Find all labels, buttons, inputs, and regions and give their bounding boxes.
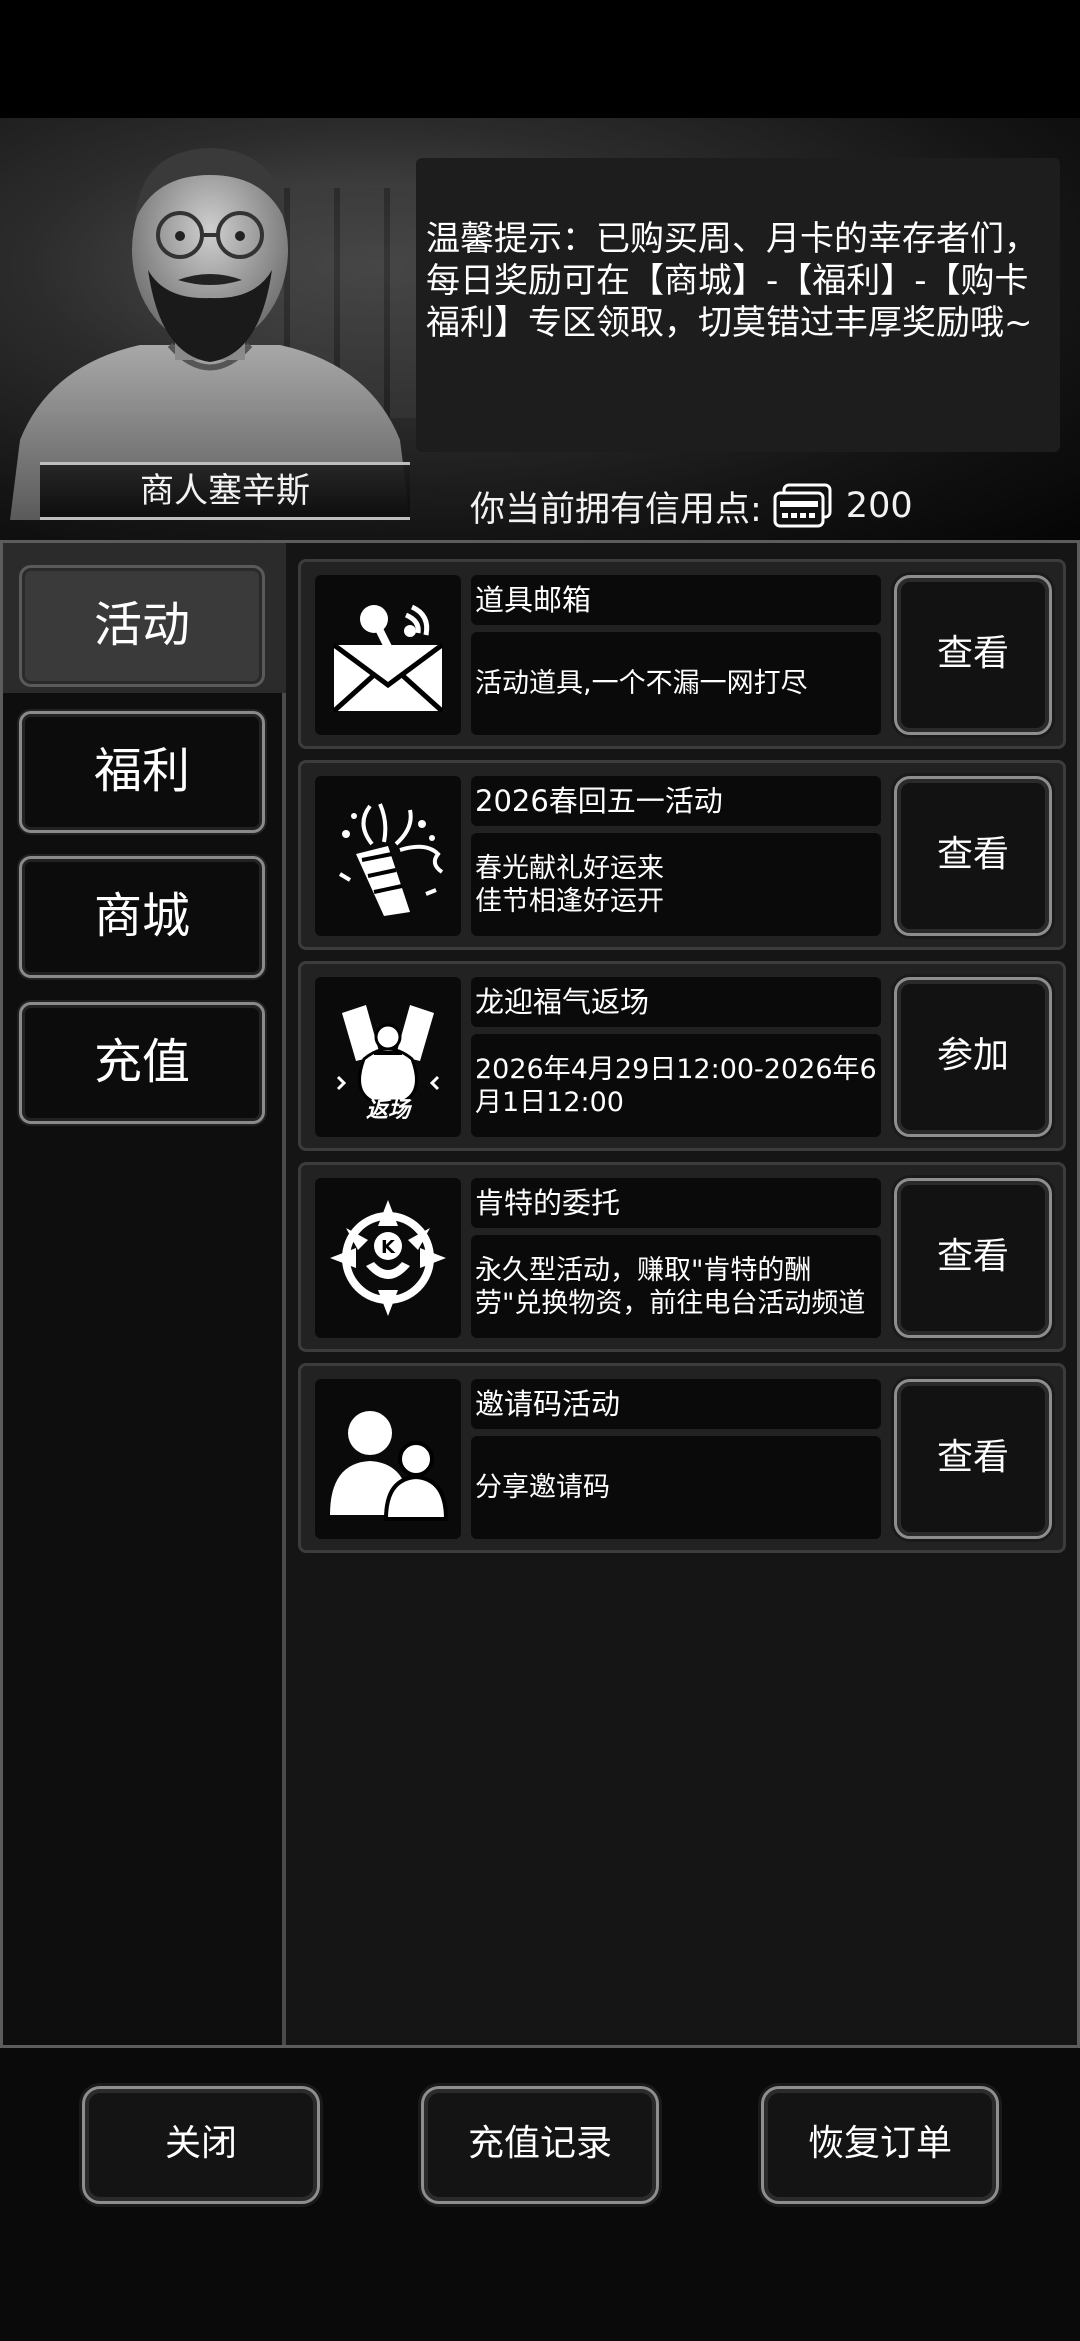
tab-shop[interactable]: 商城 [19, 856, 265, 978]
activity-title: 2026春回五一活动 [471, 776, 881, 826]
close-button[interactable]: 关闭 [82, 2086, 320, 2204]
credit-card-icon [773, 483, 832, 528]
tab-welfare[interactable]: 福利 [19, 711, 265, 833]
activity-title: 肯特的委托 [471, 1178, 881, 1228]
activity-description: 分享邀请码 [471, 1436, 881, 1539]
activity-description: 永久型活动，赚取"肯特的酬劳"兑换物资，前往电台活动频道 [471, 1235, 881, 1338]
activity-list: 道具邮箱 活动道具,一个不漏一网打尽 查看 2026春回五一活动 春光献礼好运来… [298, 559, 1066, 1564]
view-button[interactable]: 查看 [894, 1379, 1052, 1539]
lucky-bag-return-icon: 返场 [315, 977, 461, 1137]
return-badge-text: 返场 [366, 1098, 413, 1119]
activity-description: 2026年4月29日12:00-2026年6月1日12:00 [471, 1034, 881, 1137]
merchant-nameplate: 商人塞辛斯 [40, 462, 410, 520]
category-sidebar: 活动 福利 商城 充值 [3, 543, 286, 2045]
footer-bar: 关闭 充值记录 恢复订单 [0, 2048, 1080, 2341]
recharge-history-button[interactable]: 充值记录 [421, 2086, 659, 2204]
mailbox-icon [315, 575, 461, 735]
tip-message: 温馨提示：已购买周、月卡的幸存者们，每日奖励可在【商城】-【福利】-【购卡福利】… [416, 158, 1060, 452]
activity-title: 道具邮箱 [471, 575, 881, 625]
activity-card-invite-code: 邀请码活动 分享邀请码 查看 [298, 1363, 1066, 1553]
activity-card-item-mailbox: 道具邮箱 活动道具,一个不漏一网打尽 查看 [298, 559, 1066, 749]
activity-card-may-day: 2026春回五一活动 春光献礼好运来 佳节相逢好运开 查看 [298, 760, 1066, 950]
activity-title: 邀请码活动 [471, 1379, 881, 1429]
users-icon [315, 1379, 461, 1539]
shop-panel: 活动 福利 商城 充值 道具邮箱 活动道具,一个不漏一网打尽 查看 2026春回… [0, 540, 1080, 2048]
join-button[interactable]: 参加 [894, 977, 1052, 1137]
view-button[interactable]: 查看 [894, 776, 1052, 936]
activity-card-kent-commission: K 肯特的委托 永久型活动，赚取"肯特的酬劳"兑换物资，前往电台活动频道 查看 [298, 1162, 1066, 1352]
view-button[interactable]: 查看 [894, 575, 1052, 735]
party-popper-icon [315, 776, 461, 936]
restore-order-button[interactable]: 恢复订单 [761, 2086, 999, 2204]
view-button[interactable]: 查看 [894, 1178, 1052, 1338]
tab-activities[interactable]: 活动 [19, 565, 265, 687]
tab-recharge[interactable]: 充值 [19, 1002, 265, 1124]
credits-label: 你当前拥有信用点: [470, 489, 762, 530]
activity-description: 活动道具,一个不漏一网打尽 [471, 632, 881, 735]
svg-text:K: K [381, 1237, 396, 1258]
activity-card-dragon-fortune: 返场 龙迎福气返场 2026年4月29日12:00-2026年6月1日12:00… [298, 961, 1066, 1151]
credits-amount: 200 [845, 486, 913, 526]
kent-emblem-icon: K [315, 1178, 461, 1338]
activity-description: 春光献礼好运来 佳节相逢好运开 [471, 833, 881, 936]
activity-title: 龙迎福气返场 [471, 977, 881, 1027]
merchant-header: 商人塞辛斯 温馨提示：已购买周、月卡的幸存者们，每日奖励可在【商城】-【福利】-… [0, 0, 1080, 540]
credits-display: 你当前拥有信用点: 200 [470, 476, 913, 536]
